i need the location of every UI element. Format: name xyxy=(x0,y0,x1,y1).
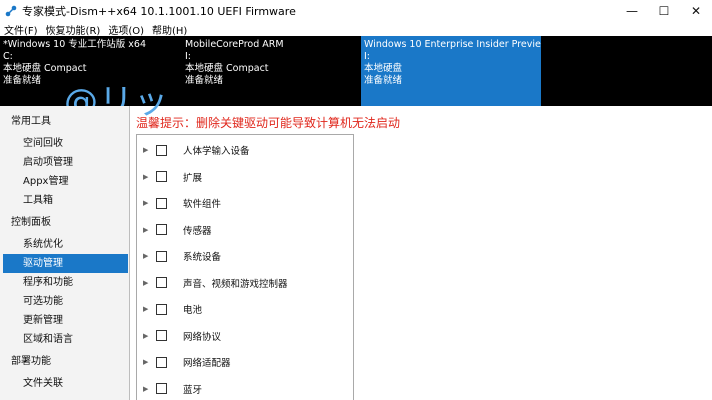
maximize-button[interactable]: ☐ xyxy=(648,0,680,22)
menu-options[interactable]: 选项(O) xyxy=(104,22,148,37)
menu-restore[interactable]: 恢复功能(R) xyxy=(42,22,105,37)
image-card-enterprise-insider[interactable]: Windows 10 Enterprise Insider Preview AR… xyxy=(361,36,541,106)
driver-checkbox[interactable] xyxy=(156,330,167,342)
driver-category-label: 蓝牙 xyxy=(183,384,203,396)
image-status: 准备就绪 xyxy=(364,75,403,86)
driver-checkbox[interactable] xyxy=(156,356,167,368)
driver-checkbox[interactable] xyxy=(156,224,167,236)
sidebar-item-file-association[interactable]: 文件关联 xyxy=(0,374,129,393)
dism-app-icon xyxy=(0,0,22,22)
sidebar-item-update-manager[interactable]: 更新管理 xyxy=(0,311,129,330)
window-title: 专家模式-Dism++x64 10.1.1001.10 UEFI Firmwar… xyxy=(22,5,296,18)
driver-checkbox[interactable] xyxy=(156,383,167,395)
sidebar-item-region-language[interactable]: 区域和语言 xyxy=(0,330,129,349)
image-card-mobilecoreprod[interactable]: MobileCoreProd ARM I: 本地硬盘 Compact 准备就绪 xyxy=(182,36,360,106)
chevron-right-icon[interactable]: ▶ xyxy=(143,199,153,207)
chevron-right-icon[interactable]: ▶ xyxy=(143,305,153,313)
minimize-button[interactable]: — xyxy=(616,0,648,22)
image-disk: 本地硬盘 Compact xyxy=(3,63,87,74)
chevron-right-icon[interactable]: ▶ xyxy=(143,173,153,181)
driver-checkbox[interactable] xyxy=(156,303,167,315)
driver-tree: ▶ 人体学输入设备 ▶ 扩展 ▶ 软件组件 ▶ 传感器 ▶ 系统设备 ▶ 声音、… xyxy=(136,134,354,400)
close-button[interactable]: ✕ xyxy=(680,0,712,22)
driver-category-label: 网络适配器 xyxy=(183,358,231,370)
driver-checkbox[interactable] xyxy=(156,250,167,262)
image-drive: C: xyxy=(3,51,13,62)
image-disk: 本地硬盘 xyxy=(364,63,403,74)
sidebar-group-deployment: 部署功能 xyxy=(11,356,51,367)
tree-row[interactable]: ▶ 扩展 xyxy=(137,164,353,191)
sidebar-item-appx-manager[interactable]: Appx管理 xyxy=(0,172,129,191)
chevron-right-icon[interactable]: ▶ xyxy=(143,358,153,366)
driver-checkbox[interactable] xyxy=(156,277,167,289)
close-icon: ✕ xyxy=(690,4,702,18)
image-name: Windows 10 Enterprise Insider Preview AR xyxy=(364,39,541,50)
driver-checkbox[interactable] xyxy=(156,144,167,156)
driver-checkbox[interactable] xyxy=(156,171,167,183)
image-drive: I: xyxy=(185,51,192,62)
sidebar-item-startup-manager[interactable]: 启动项管理 xyxy=(0,153,129,172)
tree-row[interactable]: ▶ 传感器 xyxy=(137,217,353,244)
sidebar-item-driver-manager[interactable]: 驱动管理 xyxy=(3,254,128,273)
sidebar: 常用工具 空间回收 启动项管理 Appx管理 工具箱 控制面板 系统优化 驱动管… xyxy=(0,106,130,400)
driver-category-label: 声音、视频和游戏控制器 xyxy=(183,278,288,290)
image-drive: I: xyxy=(364,51,371,62)
chevron-right-icon[interactable]: ▶ xyxy=(143,279,153,287)
image-selector-bar: *Windows 10 专业工作站版 x64 C: 本地硬盘 Compact 准… xyxy=(0,36,712,122)
image-name: *Windows 10 专业工作站版 x64 xyxy=(3,39,147,50)
title-bar: 专家模式-Dism++x64 10.1.1001.10 UEFI Firmwar… xyxy=(0,0,712,22)
tree-row[interactable]: ▶ 声音、视频和游戏控制器 xyxy=(137,270,353,297)
image-name: MobileCoreProd ARM xyxy=(185,39,284,50)
menu-bar: 文件(F) 恢复功能(R) 选项(O) 帮助(H) xyxy=(0,22,712,37)
menu-file[interactable]: 文件(F) xyxy=(0,22,42,37)
sidebar-item-optional-features[interactable]: 可选功能 xyxy=(0,292,129,311)
driver-category-label: 网络协议 xyxy=(183,331,222,343)
sidebar-item-programs-features[interactable]: 程序和功能 xyxy=(0,273,129,292)
chevron-right-icon[interactable]: ▶ xyxy=(143,226,153,234)
image-disk: 本地硬盘 Compact xyxy=(185,63,269,74)
tree-row[interactable]: ▶ 系统设备 xyxy=(137,243,353,270)
menu-help[interactable]: 帮助(H) xyxy=(148,22,191,37)
maximize-icon: ☐ xyxy=(658,4,670,18)
driver-category-label: 软件组件 xyxy=(183,199,222,211)
image-status: 准备就绪 xyxy=(185,75,224,86)
driver-category-label: 人体学输入设备 xyxy=(183,146,250,158)
chevron-right-icon[interactable]: ▶ xyxy=(143,146,153,154)
sidebar-group-common-tools: 常用工具 xyxy=(11,116,51,127)
driver-warning-text: 温馨提示：删除关键驱动可能导致计算机无法启动 xyxy=(136,116,401,130)
tree-row[interactable]: ▶ 人体学输入设备 xyxy=(137,137,353,164)
driver-category-label: 系统设备 xyxy=(183,252,222,264)
image-card-windows10-workstation[interactable]: *Windows 10 专业工作站版 x64 C: 本地硬盘 Compact 准… xyxy=(0,36,180,106)
chevron-right-icon[interactable]: ▶ xyxy=(143,385,153,393)
driver-category-label: 传感器 xyxy=(183,225,212,237)
sidebar-item-toolbox[interactable]: 工具箱 xyxy=(0,191,129,210)
tree-row[interactable]: ▶ 电池 xyxy=(137,296,353,323)
sidebar-item-space-reclaim[interactable]: 空间回收 xyxy=(0,134,129,153)
sidebar-group-control-panel: 控制面板 xyxy=(11,217,51,228)
tree-row[interactable]: ▶ 网络协议 xyxy=(137,323,353,350)
image-status: 准备就绪 xyxy=(3,75,42,86)
sidebar-item-system-optimize[interactable]: 系统优化 xyxy=(0,235,129,254)
tree-row[interactable]: ▶ 软件组件 xyxy=(137,190,353,217)
driver-checkbox[interactable] xyxy=(156,197,167,209)
driver-category-label: 电池 xyxy=(183,305,203,317)
chevron-right-icon[interactable]: ▶ xyxy=(143,252,153,260)
chevron-right-icon[interactable]: ▶ xyxy=(143,332,153,340)
driver-category-label: 扩展 xyxy=(183,172,203,184)
tree-row[interactable]: ▶ 网络适配器 xyxy=(137,349,353,376)
tree-row[interactable]: ▶ 蓝牙 xyxy=(137,376,353,400)
minimize-icon: — xyxy=(626,4,638,18)
